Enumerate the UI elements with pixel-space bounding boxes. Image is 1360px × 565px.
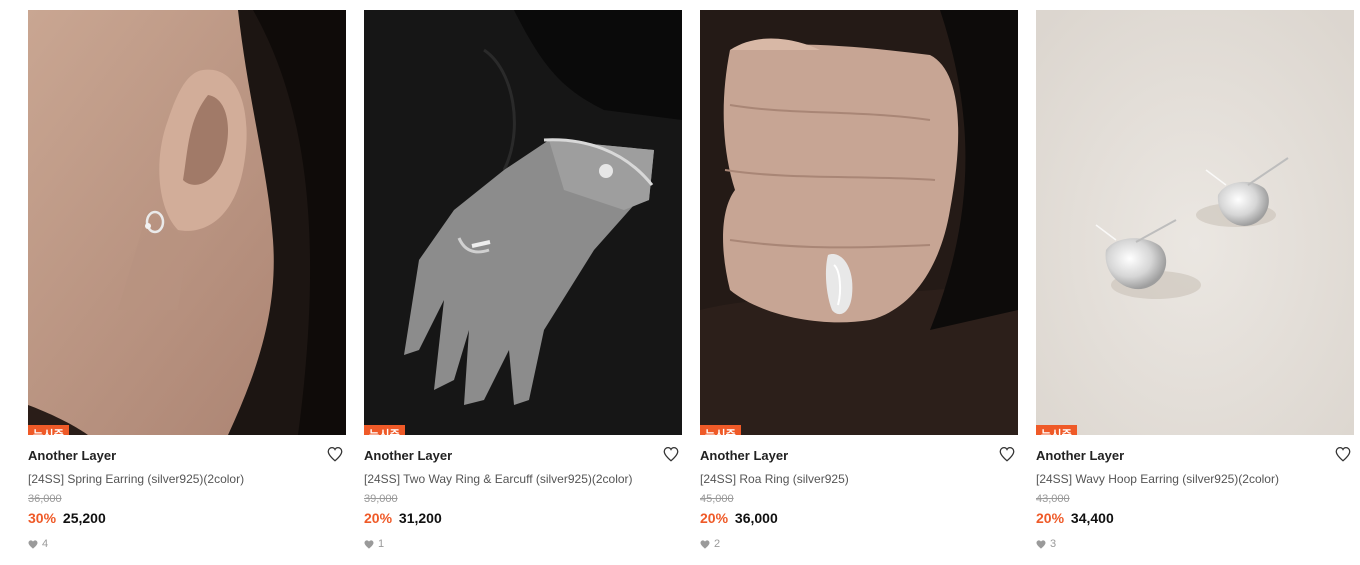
brand-name[interactable]: Another Layer <box>364 447 682 465</box>
heart-filled-icon <box>364 539 374 549</box>
product-name[interactable]: [24SS] Two Way Ring & Earcuff (silver925… <box>364 470 682 488</box>
product-card[interactable]: 뉴시즌 Another Layer [24SS] Wavy Hoop Earri… <box>1036 10 1354 551</box>
wishlist-heart-icon[interactable] <box>998 445 1016 463</box>
discount-rate: 20% <box>364 510 393 526</box>
product-name[interactable]: [24SS] Spring Earring (silver925)(2color… <box>28 470 346 488</box>
product-image-hand-with-ring-in-hair[interactable]: 뉴시즌 <box>700 10 1018 435</box>
heart-filled-icon <box>28 539 38 549</box>
heart-filled-icon <box>1036 539 1046 549</box>
brand-name[interactable]: Another Layer <box>28 447 346 465</box>
ring-bracelet-photo <box>364 10 682 435</box>
original-price: 43,000 <box>1036 493 1070 505</box>
product-card[interactable]: 뉴시즌 Another Layer [24SS] Spring Earring … <box>28 10 346 551</box>
sale-price: 31,200 <box>398 510 442 526</box>
discount-rate: 30% <box>28 510 57 526</box>
likes-number: 2 <box>714 538 721 550</box>
likes-number: 1 <box>378 538 385 550</box>
hoop-earrings-photo <box>1036 10 1354 435</box>
wishlist-heart-icon[interactable] <box>1334 445 1352 463</box>
price-row: 20% 36,000 <box>700 509 1018 527</box>
sale-price: 34,400 <box>1070 510 1114 526</box>
product-name[interactable]: [24SS] Wavy Hoop Earring (silver925)(2co… <box>1036 470 1354 488</box>
discount-rate: 20% <box>1036 510 1065 526</box>
wishlist-heart-icon[interactable] <box>326 445 344 463</box>
price-row: 20% 31,200 <box>364 509 682 527</box>
likes-count: 4 <box>28 537 346 551</box>
likes-number: 4 <box>42 538 49 550</box>
brand-name[interactable]: Another Layer <box>1036 447 1354 465</box>
price-row: 30% 25,200 <box>28 509 346 527</box>
ring-in-hair-photo <box>700 10 1018 435</box>
product-card[interactable]: 뉴시즌 Another Layer [24SS] Roa Ring (silve… <box>700 10 1018 551</box>
new-season-badge: 뉴시즌 <box>1036 425 1077 435</box>
likes-number: 3 <box>1050 538 1057 550</box>
price-row: 20% 34,400 <box>1036 509 1354 527</box>
new-season-badge: 뉴시즌 <box>364 425 405 435</box>
original-price: 39,000 <box>364 493 398 505</box>
likes-count: 3 <box>1036 537 1354 551</box>
discount-rate: 20% <box>700 510 729 526</box>
brand-name[interactable]: Another Layer <box>700 447 1018 465</box>
product-image-hand-with-ring-and-bracelet[interactable]: 뉴시즌 <box>364 10 682 435</box>
product-card[interactable]: 뉴시즌 Another Layer [24SS] Two Way Ring & … <box>364 10 682 551</box>
original-price: 45,000 <box>700 493 734 505</box>
new-season-badge: 뉴시즌 <box>700 425 741 435</box>
new-season-badge: 뉴시즌 <box>28 425 69 435</box>
product-info: Another Layer [24SS] Roa Ring (silver925… <box>700 435 1018 551</box>
sale-price: 25,200 <box>62 510 106 526</box>
likes-count: 1 <box>364 537 682 551</box>
product-info: Another Layer [24SS] Two Way Ring & Earc… <box>364 435 682 551</box>
original-price: 36,000 <box>28 493 62 505</box>
product-info: Another Layer [24SS] Spring Earring (sil… <box>28 435 346 551</box>
earring-photo <box>28 10 346 435</box>
product-image-earring-on-ear[interactable]: 뉴시즌 <box>28 10 346 435</box>
sale-price: 36,000 <box>734 510 778 526</box>
product-image-silver-hoop-earrings[interactable]: 뉴시즌 <box>1036 10 1354 435</box>
product-name[interactable]: [24SS] Roa Ring (silver925) <box>700 470 1018 488</box>
likes-count: 2 <box>700 537 1018 551</box>
wishlist-heart-icon[interactable] <box>662 445 680 463</box>
heart-filled-icon <box>700 539 710 549</box>
product-info: Another Layer [24SS] Wavy Hoop Earring (… <box>1036 435 1354 551</box>
product-grid: 뉴시즌 Another Layer [24SS] Spring Earring … <box>28 10 1354 551</box>
